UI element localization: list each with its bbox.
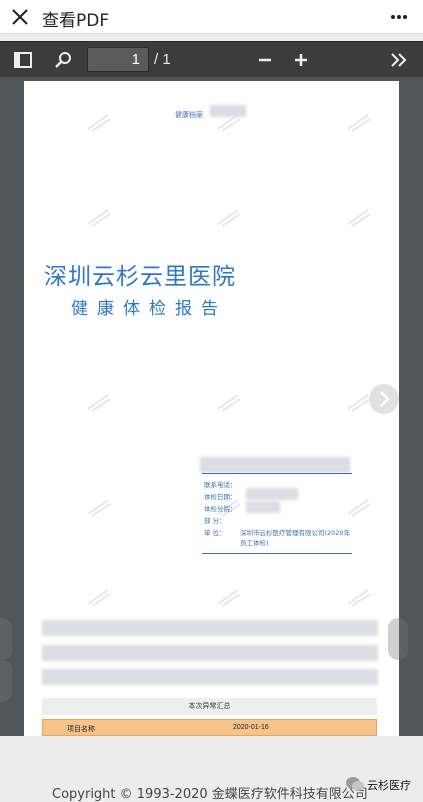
page-number-input[interactable]: 1	[87, 47, 149, 72]
report-title: 健康体检报告	[71, 299, 227, 319]
redacted-patient-name	[200, 457, 350, 473]
branch-label: 体检分院：	[204, 505, 237, 513]
date-label: 体检日期：	[204, 493, 237, 501]
page-title: 查看PDF	[42, 11, 110, 31]
scroll-handle-left[interactable]	[0, 618, 12, 660]
watermark-icon	[87, 394, 111, 412]
unit-label: 单 位：	[204, 529, 226, 537]
divider-top	[202, 473, 352, 474]
watermark-icon	[87, 499, 111, 517]
pdf-toolbar: 1 / 1	[0, 41, 423, 77]
redacted-branch	[246, 501, 280, 513]
watermark-icon	[87, 114, 111, 132]
copyright-text: Copyright © 1993-2020 金蝶医疗软件科技有限公司	[52, 787, 368, 802]
item-name-header: 项目名称	[67, 726, 95, 733]
hospital-name: 深圳云杉云里医院	[44, 264, 236, 290]
sidebar-toggle-icon[interactable]	[9, 46, 37, 74]
abnormal-summary-header: 本次异常汇总	[42, 698, 377, 715]
page-total: / 1	[154, 51, 171, 68]
watermark-icon	[87, 589, 111, 607]
dossier-label: 健康档案	[175, 111, 203, 119]
footer: Copyright © 1993-2020 金蝶医疗软件科技有限公司 云杉医疗	[0, 736, 423, 802]
app-bar: 查看PDF	[0, 0, 423, 34]
watermark-icon	[217, 589, 241, 607]
redacted-date	[246, 488, 298, 500]
watermark-icon	[87, 209, 111, 227]
watermark-icon	[347, 114, 371, 132]
watermark-icon	[347, 209, 371, 227]
search-icon[interactable]	[50, 46, 78, 74]
table-header-row: 项目名称 2020-01-16	[42, 719, 377, 736]
unit-value-line2: 员工体检)	[240, 539, 269, 547]
more-vertical-icon[interactable]	[389, 6, 409, 28]
close-icon[interactable]	[8, 5, 32, 29]
divider-bottom	[202, 553, 352, 554]
redacted-dossier-number	[210, 105, 246, 117]
minus-icon[interactable]	[251, 46, 279, 74]
redacted-row	[42, 620, 378, 636]
plus-icon[interactable]	[287, 46, 315, 74]
watermark-icon	[347, 589, 371, 607]
pdf-viewer[interactable]: 健康档案 深圳云杉云里医院 健康体检报告 联系电话： 体检日期： 体检分院： 部…	[0, 77, 423, 736]
chevron-right-icon[interactable]	[368, 383, 400, 415]
double-chevron-right-icon[interactable]	[385, 46, 413, 74]
date-header: 2020-01-16	[233, 724, 269, 731]
wechat-icon	[346, 777, 364, 791]
info-block: 联系电话： 体检日期： 体检分院： 部 分： 单 位： 深圳市云杉医疗管理有限公…	[204, 479, 384, 569]
watermark-icon	[217, 209, 241, 227]
pdf-page: 健康档案 深圳云杉云里医院 健康体检报告 联系电话： 体检日期： 体检分院： 部…	[24, 81, 399, 736]
phone-label: 联系电话：	[204, 481, 237, 489]
redacted-row	[42, 645, 378, 661]
watermark-icon	[217, 394, 241, 412]
brand-name: 云杉医疗	[367, 779, 411, 792]
scroll-handle-left-2[interactable]	[0, 660, 12, 702]
dept-label: 部 分：	[204, 517, 226, 525]
redacted-row	[42, 669, 378, 685]
scroll-handle-right[interactable]	[388, 618, 408, 660]
